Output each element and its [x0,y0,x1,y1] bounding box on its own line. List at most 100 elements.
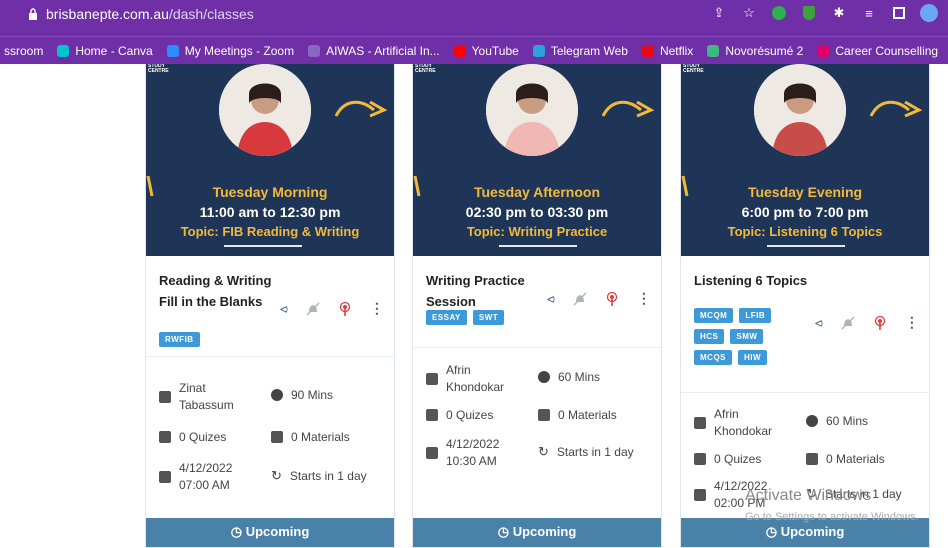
upcoming-label: Upcoming [780,524,845,539]
topic-tag[interactable]: MCQS [694,350,732,365]
topic-tag[interactable]: HIW [738,350,768,365]
bookmark-item[interactable]: Novorésumé 2 [707,44,803,58]
reading-list-icon[interactable]: ≡ [860,4,878,22]
topic-tag[interactable]: HCS [694,329,725,344]
more-options-icon[interactable]: ⋮ [637,290,651,307]
quizzes-count: 0 Quizes [179,430,227,444]
share-page-icon[interactable]: ⇪ [710,4,728,22]
clock-icon [271,389,283,401]
more-options-icon[interactable]: ⋮ [905,314,919,331]
bookmark-item[interactable]: YouTube [453,44,519,58]
bookmark-label: Netflix [659,43,694,58]
decorative-arrow-icon [334,100,388,118]
teacher-icon [159,391,171,403]
materials-count: 0 Materials [826,452,885,466]
class-banner: STUDY CENTRE Tuesday Evening 6:00 pm to 7:0… [681,64,929,256]
instructor-photo [486,64,578,156]
share-icon[interactable]: ⪦ [547,290,555,307]
bookmark-favicon-icon [57,44,70,57]
banner-time: 02:30 pm to 03:30 pm [465,204,609,220]
bookmark-label: ssroom [4,43,44,58]
class-title[interactable]: Writing Practice Session [426,270,544,312]
class-card: STUDY CENTRE Tuesday Afternoon 02:30 pm to … [412,64,662,548]
side-panel-icon[interactable] [890,4,908,22]
banner-topic: Topic: Writing Practice [466,224,608,239]
topic-tag[interactable]: SWT [472,310,505,325]
bookmark-label: Career Counselling [835,43,939,58]
materials-file-icon [806,453,818,465]
class-title[interactable]: Reading & Writing Fill in the Blanks [159,270,277,312]
bookmark-item[interactable]: Home - Canva [57,44,153,58]
study-centre-logo: STUDY CENTRE [683,64,704,74]
bookmark-item[interactable]: Netflix [641,43,694,58]
upcoming-button[interactable]: ◷ Upcoming [146,518,394,547]
decorative-arrow-icon [601,100,655,118]
topic-tag[interactable]: ESSAY [426,310,467,325]
extensions-puzzle-icon[interactable]: ✱ [830,4,848,22]
share-icon[interactable]: ⪦ [815,314,823,331]
class-card: STUDY CENTRE Tuesday Evening 6:00 pm to 7:0… [680,64,930,548]
mute-notifications-icon[interactable] [573,292,587,306]
tag-list: MCQM LFIB HCS SMW MCQS HIW [694,308,794,365]
address-bar[interactable]: brisbanepte.com.au/dash/classes [46,6,254,22]
share-icon[interactable]: ⪦ [280,300,288,317]
tag-list: RWFIB [159,332,259,347]
live-podcast-icon[interactable] [338,301,352,316]
quizzes-count: 0 Quizes [446,408,494,422]
materials-file-icon [271,431,283,443]
bookmark-favicon-icon [453,44,466,57]
upcoming-button[interactable]: ◷ Upcoming [413,518,661,547]
duration-value: 60 Mins [826,414,869,428]
card-divider [146,356,394,357]
materials-row: 0 Materials [538,408,617,422]
instructor-photo [219,64,311,156]
class-datetime: 4/12/2022 10:30 AM [446,437,500,468]
url-host: brisbanepte.com.au [46,6,169,22]
duration-row: 60 Mins [538,370,600,384]
quizzes-row: 0 Quizes [426,408,493,422]
windows-activation-watermark: Activate Windows [745,487,872,504]
topic-tag[interactable]: RWFIB [159,332,200,347]
starts-row: ↻ Starts in 1 day [538,444,634,460]
bookmark-label: Telegram Web [550,43,628,58]
lock-icon[interactable] [28,8,38,20]
teacher-icon [694,417,706,429]
teacher-row: Zinat Tabassum [159,380,255,414]
classes-page: STUDY CENTRE Tuesday Morning 11:00 am to 12… [0,64,948,548]
duration-row: 90 Mins [271,388,333,402]
live-podcast-icon[interactable] [605,291,619,306]
topic-tag[interactable]: MCQM [694,308,734,323]
calendar-icon [426,447,438,459]
bookmark-item[interactable]: AIWAS - Artificial In... [308,44,440,58]
bookmark-item[interactable]: Telegram Web [532,43,628,58]
bookmark-label: AIWAS - Artificial In... [326,43,440,58]
clock-icon [538,371,550,383]
teacher-name: Afrin Khondokar [714,407,773,438]
bookmark-favicon-icon [641,44,654,57]
bookmark-item[interactable]: Career Counselling [817,44,938,58]
bookmark-favicon-icon [166,44,179,57]
bookmark-star-icon[interactable]: ☆ [740,4,758,22]
bookmark-item[interactable]: ssroom [4,44,43,58]
live-podcast-icon[interactable] [873,315,887,330]
card-actions: ⪦ ⋮ [547,290,651,307]
browser-toolbar: brisbanepte.com.au/dash/classes ⇪ ☆ ✱ ≡ [0,0,948,36]
card-actions: ⪦ ⋮ [280,300,384,317]
mute-notifications-icon[interactable] [306,302,320,316]
teacher-icon [426,373,438,385]
bookmark-label: Novorésumé 2 [725,43,804,58]
upcoming-icon: ◷ [765,524,778,539]
card-actions: ⪦ ⋮ [815,314,919,331]
mute-notifications-icon[interactable] [841,316,855,330]
extension-shield-icon[interactable] [800,4,818,22]
bookmark-favicon-icon [817,44,830,57]
extension-green-icon[interactable] [770,4,788,22]
more-options-icon[interactable]: ⋮ [370,300,384,317]
clock-icon [806,415,818,427]
class-title[interactable]: Listening 6 Topics [694,270,812,291]
bookmark-item[interactable]: My Meetings - Zoom [166,44,294,58]
class-datetime: 4/12/2022 07:00 AM [179,461,233,492]
topic-tag[interactable]: LFIB [739,308,772,323]
topic-tag[interactable]: SMW [730,329,764,344]
profile-avatar-icon[interactable] [920,4,938,22]
